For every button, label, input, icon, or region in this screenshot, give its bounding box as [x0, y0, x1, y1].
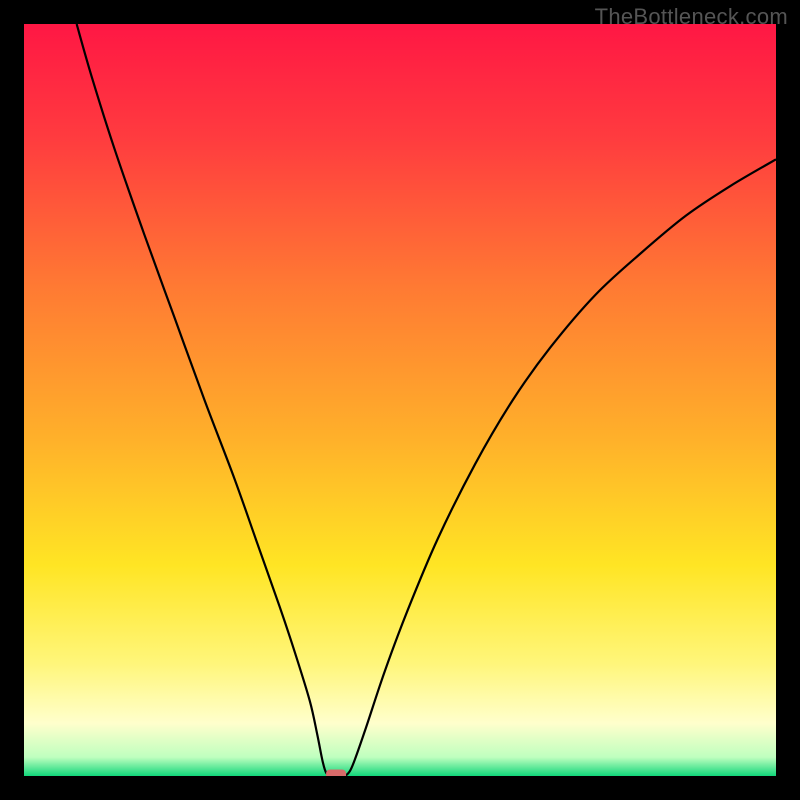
- bottleneck-chart: [24, 24, 776, 776]
- gradient-background: [24, 24, 776, 776]
- chart-frame: TheBottleneck.com: [0, 0, 800, 800]
- optimal-marker: [326, 770, 346, 777]
- plot-area: [24, 24, 776, 776]
